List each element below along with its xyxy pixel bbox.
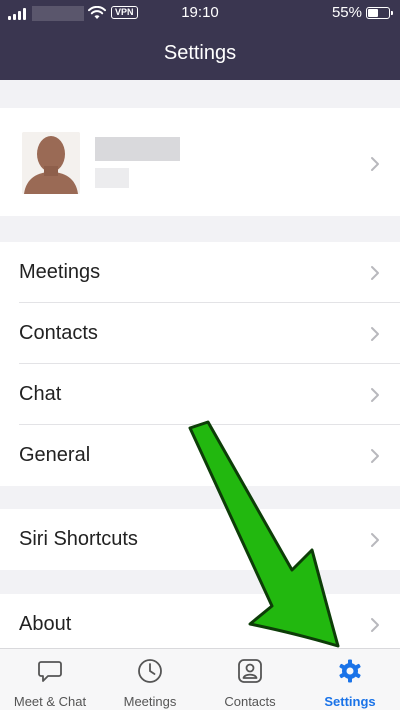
navigation-bar: Settings <box>0 28 400 80</box>
contact-card-icon <box>238 659 262 683</box>
settings-row-chat[interactable]: Chat <box>0 364 400 425</box>
chevron-right-icon <box>371 266 379 280</box>
profile-detail-redacted <box>95 168 129 188</box>
row-label: Contacts <box>19 322 98 344</box>
battery-fill <box>368 9 379 17</box>
row-label: Siri Shortcuts <box>19 528 138 550</box>
cellular-signal-icon <box>8 8 26 20</box>
chevron-right-icon <box>371 327 379 341</box>
vpn-badge: VPN <box>111 6 138 19</box>
settings-row-contacts[interactable]: Contacts <box>0 303 400 364</box>
settings-row-about[interactable]: About <box>0 594 400 655</box>
tab-label: Meetings <box>123 694 177 709</box>
tab-bar: Meet & Chat Meetings Contacts Settings <box>0 648 400 710</box>
page-title: Settings <box>163 42 237 64</box>
settings-row-siri-shortcuts[interactable]: Siri Shortcuts <box>0 509 400 570</box>
status-bar: VPN 19:10 55% <box>0 0 400 28</box>
tab-contacts[interactable]: Contacts <box>200 649 300 710</box>
chevron-right-icon <box>371 618 379 632</box>
chevron-right-icon <box>371 533 379 547</box>
tab-label: Settings <box>324 694 376 709</box>
avatar <box>22 132 80 194</box>
tab-meetings[interactable]: Meetings <box>100 649 200 710</box>
settings-row-meetings[interactable]: Meetings <box>0 242 400 303</box>
profile-name-redacted <box>95 137 180 161</box>
chevron-right-icon <box>371 157 379 171</box>
profile-card[interactable] <box>0 108 400 216</box>
battery-percentage: 55% <box>331 4 362 21</box>
battery-icon <box>366 7 393 19</box>
tab-meet-and-chat[interactable]: Meet & Chat <box>0 649 100 710</box>
row-label: General <box>19 444 91 466</box>
chat-bubble-icon <box>38 661 62 682</box>
chevron-right-icon <box>371 449 379 463</box>
settings-row-general[interactable]: General <box>0 425 400 486</box>
gear-icon <box>339 659 361 683</box>
wifi-icon <box>88 6 106 19</box>
tab-label: Contacts <box>224 694 276 709</box>
clock-icon <box>138 659 162 683</box>
row-label: Meetings <box>19 261 101 283</box>
chevron-right-icon <box>371 388 379 402</box>
row-label: Chat <box>19 383 62 405</box>
tab-label: Meet & Chat <box>13 694 87 709</box>
tab-settings[interactable]: Settings <box>300 649 400 710</box>
row-label: About <box>19 613 72 635</box>
avatar-photo <box>22 132 80 194</box>
carrier-name-redacted <box>32 6 84 21</box>
